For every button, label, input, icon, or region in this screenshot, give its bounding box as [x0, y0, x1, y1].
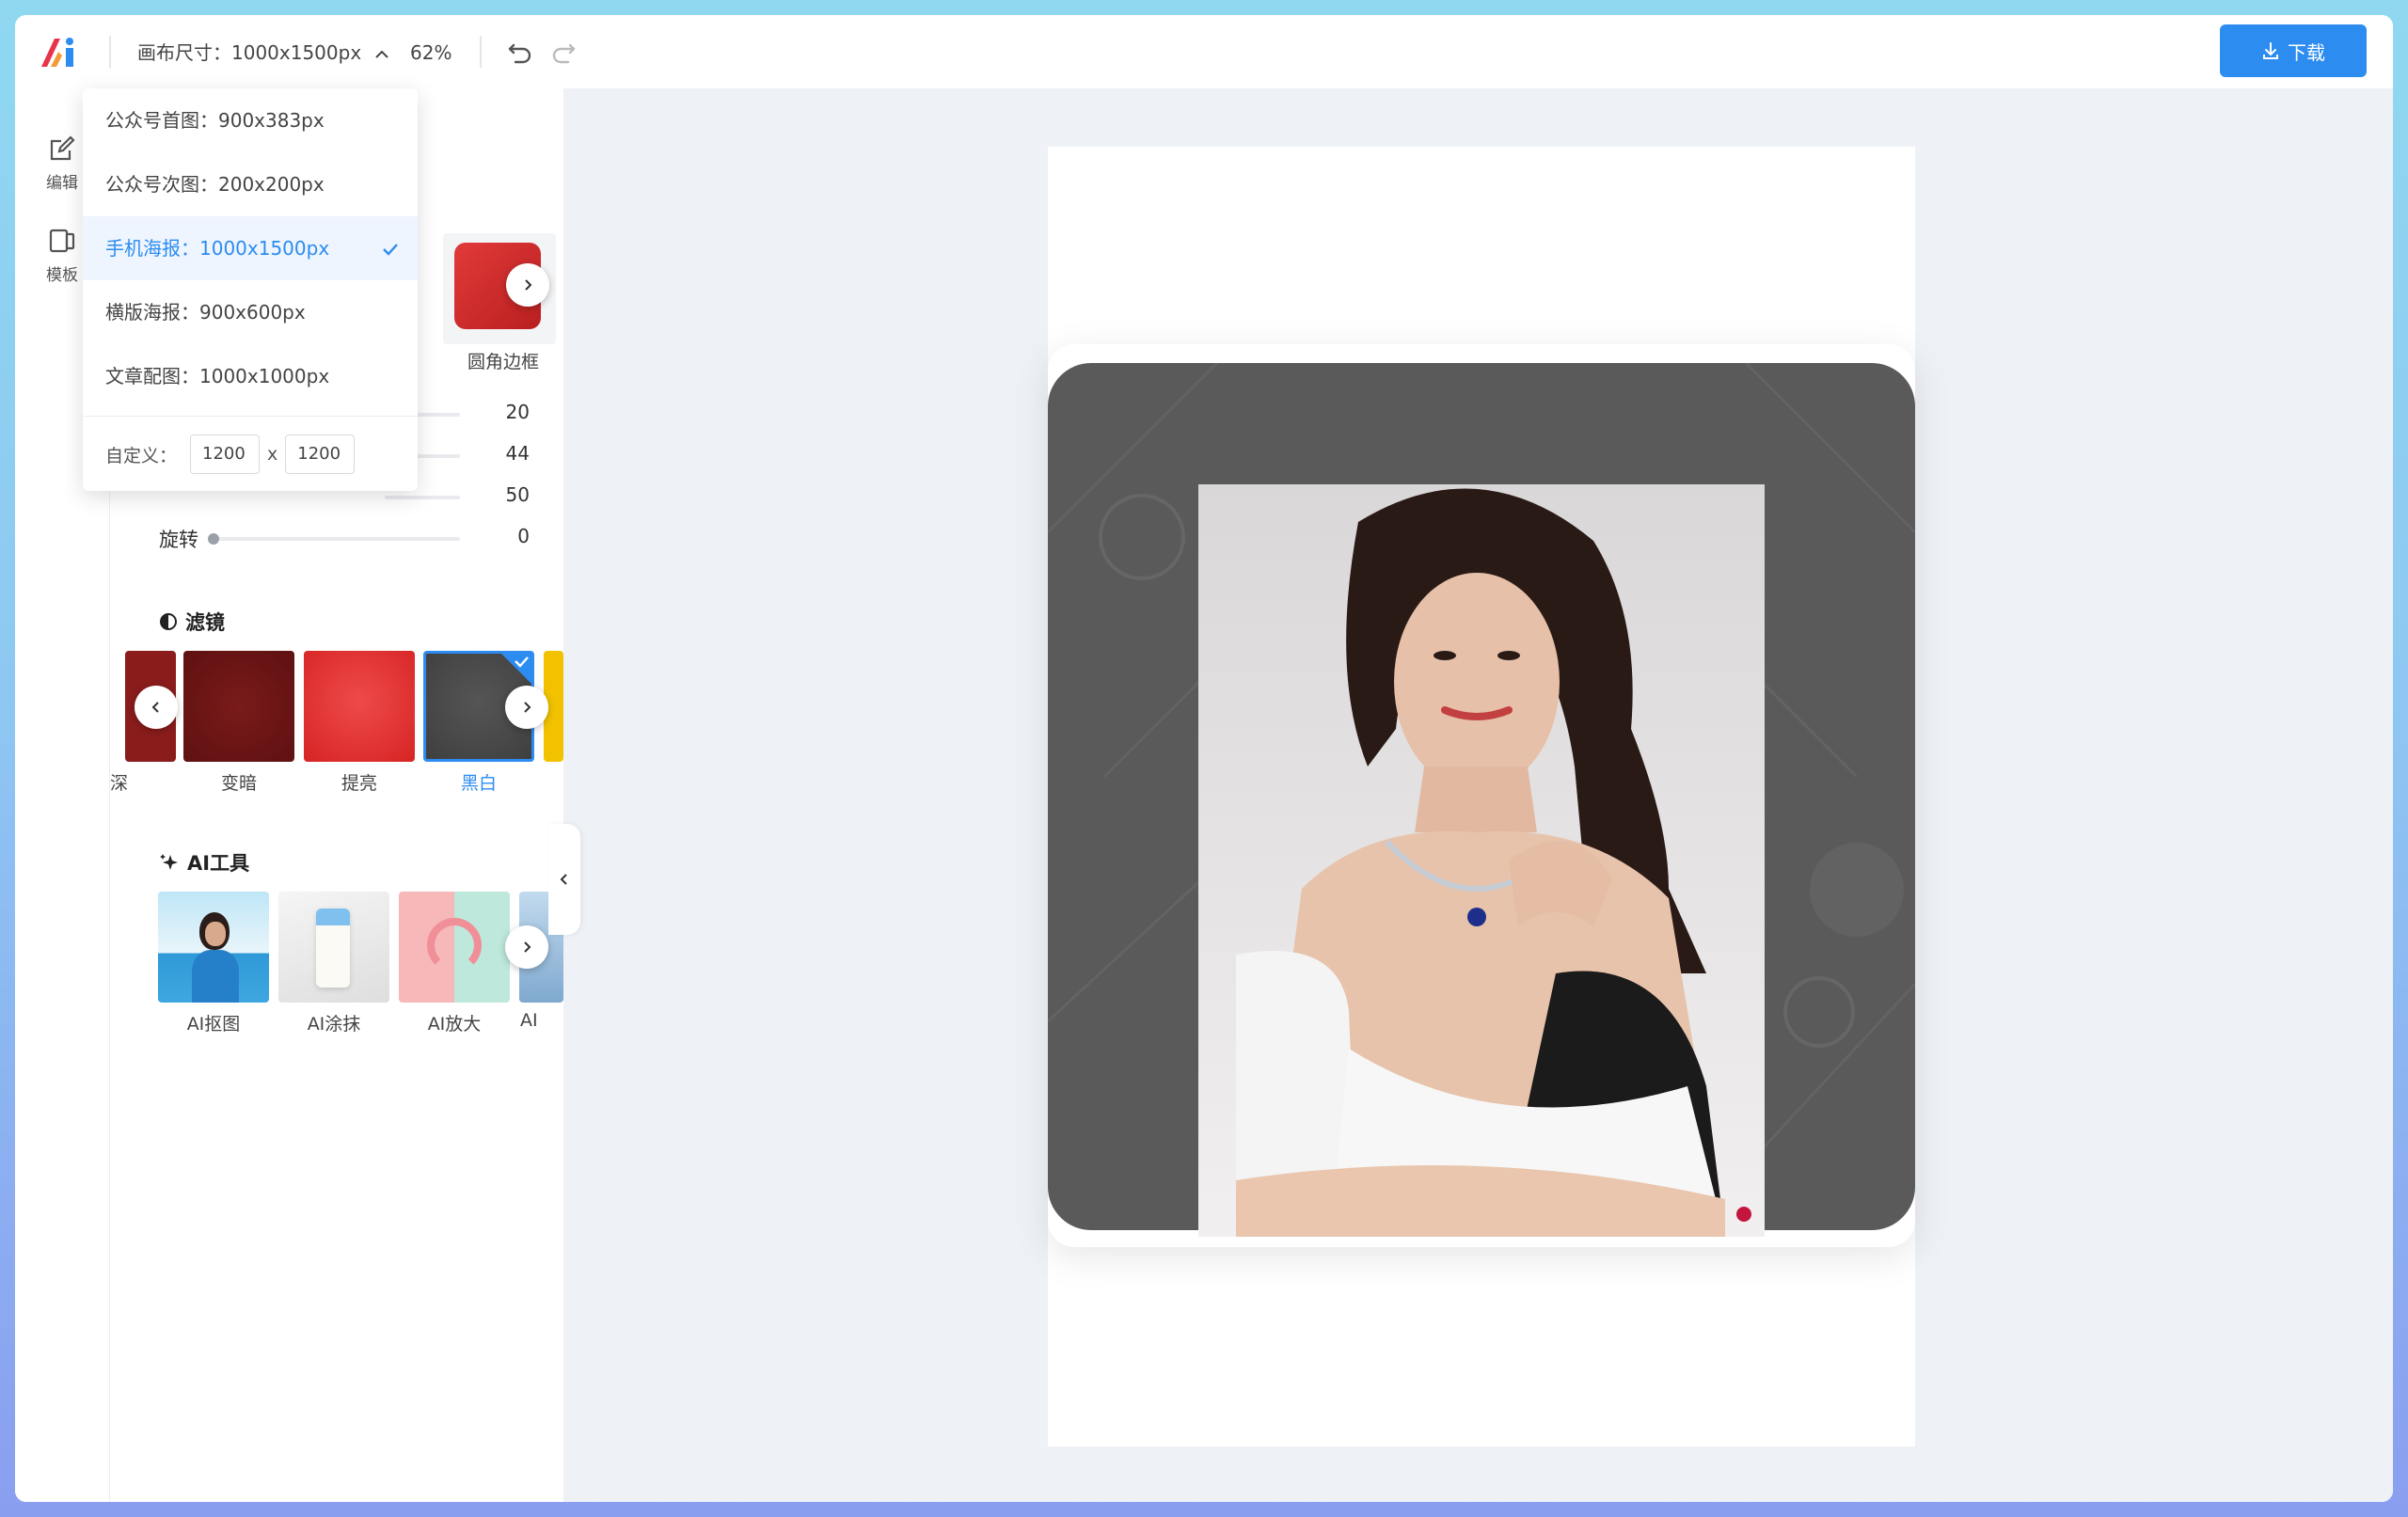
ai-tool-upscale-thumb[interactable]	[399, 892, 510, 1003]
custom-size-row: 自定义： 1200 x 1200	[105, 435, 356, 474]
toolbar-divider	[109, 36, 111, 68]
filter-label: 变暗	[220, 773, 257, 794]
ai-tool-label: AI抠图	[186, 1014, 241, 1035]
sparkle-icon	[160, 854, 178, 870]
ai-tool-cutout-thumb[interactable]	[158, 892, 269, 1003]
rotation-slider-handle[interactable]	[208, 533, 219, 545]
size-option[interactable]: 横版海报：900x600px	[83, 280, 418, 344]
filters-prev-button[interactable]	[135, 686, 178, 729]
zoom-level[interactable]: 62%	[410, 40, 452, 66]
check-icon	[383, 244, 398, 256]
filters-next-button[interactable]	[505, 686, 548, 729]
filter-label-selected: 黑白	[460, 773, 497, 794]
redo-icon[interactable]	[547, 36, 579, 68]
contrast-icon	[160, 613, 177, 630]
slider-value: 50	[505, 483, 530, 506]
chevron-right-icon	[525, 279, 532, 291]
size-option-selected[interactable]: 手机海报：1000x1500px	[83, 216, 418, 280]
filters-title: 滤镜	[185, 611, 225, 634]
ai-tools-title: AI工具	[187, 852, 250, 875]
portrait-illustration	[1236, 488, 1751, 1237]
ai-tools-next-button[interactable]	[505, 925, 548, 969]
top-toolbar: 画布尺寸：1000x1500px 62% 下载	[15, 15, 2393, 89]
edit-icon	[50, 135, 75, 161]
toolbar-divider	[480, 36, 482, 68]
custom-width-input[interactable]: 1200	[190, 435, 261, 474]
download-icon	[2263, 42, 2278, 59]
canvas-size-dropdown: 公众号首图：900x383px 公众号次图：200x200px 手机海报：100…	[83, 88, 418, 491]
filter-label: 深	[110, 773, 129, 794]
chevron-left-icon	[560, 874, 567, 885]
custom-height-input[interactable]: 1200	[285, 435, 356, 474]
portrait-photo[interactable]	[1198, 484, 1765, 1237]
ai-tools-section-title: AI工具	[159, 848, 249, 877]
rail-item-label: 编辑	[46, 174, 78, 193]
canvas-size-label: 画布尺寸：1000x1500px	[137, 41, 362, 64]
filter-thumb[interactable]	[183, 651, 294, 762]
filter-label: 提亮	[341, 773, 377, 794]
panel-collapse-button[interactable]	[548, 824, 580, 935]
chevron-left-icon	[151, 702, 159, 713]
filters-section-title: 滤镜	[159, 608, 225, 636]
custom-size-label: 自定义：	[105, 445, 178, 466]
ai-tool-label: AI放大	[427, 1014, 482, 1035]
ai-tool-erase-thumb[interactable]	[278, 892, 389, 1003]
download-button[interactable]: 下载	[2220, 24, 2367, 77]
download-label: 下载	[2288, 40, 2325, 64]
app-logo	[41, 38, 73, 67]
size-option-label: 手机海报：1000x1500px	[105, 237, 330, 260]
filter-thumb[interactable]	[304, 651, 415, 762]
rotation-slider-row[interactable]: 旋转 0	[159, 525, 563, 553]
slider-track[interactable]	[385, 496, 460, 499]
chevron-right-icon	[524, 702, 531, 713]
chevron-up-icon	[374, 50, 388, 58]
template-icon	[49, 229, 75, 253]
frames-next-button[interactable]	[506, 263, 549, 307]
frame-label: 圆角边框	[467, 352, 539, 372]
rail-item-label: 模板	[46, 266, 78, 285]
slider-value: 44	[505, 442, 530, 465]
canvas-size-selector[interactable]: 画布尺寸：1000x1500px	[137, 40, 390, 66]
rotation-value: 0	[517, 525, 530, 547]
size-option[interactable]: 公众号次图：200x200px	[83, 152, 418, 216]
ai-tool-label: AI涂抹	[307, 1014, 361, 1035]
chevron-right-icon	[524, 941, 531, 953]
undo-icon[interactable]	[504, 36, 536, 68]
check-corner-icon	[501, 654, 531, 684]
size-option[interactable]: 公众号首图：900x383px	[83, 88, 418, 152]
rotation-label: 旋转	[159, 529, 198, 551]
rotation-slider-track[interactable]	[212, 537, 460, 541]
ai-tool-label: AI	[520, 1010, 538, 1031]
custom-size-separator: x	[267, 444, 278, 465]
app-window: 画布尺寸：1000x1500px 62% 下载 编辑 模板 圆角边框 20 44…	[15, 15, 2393, 1502]
slider-value: 20	[505, 401, 530, 423]
dropdown-divider	[83, 416, 418, 417]
size-option[interactable]: 文章配图：1000x1000px	[83, 344, 418, 408]
